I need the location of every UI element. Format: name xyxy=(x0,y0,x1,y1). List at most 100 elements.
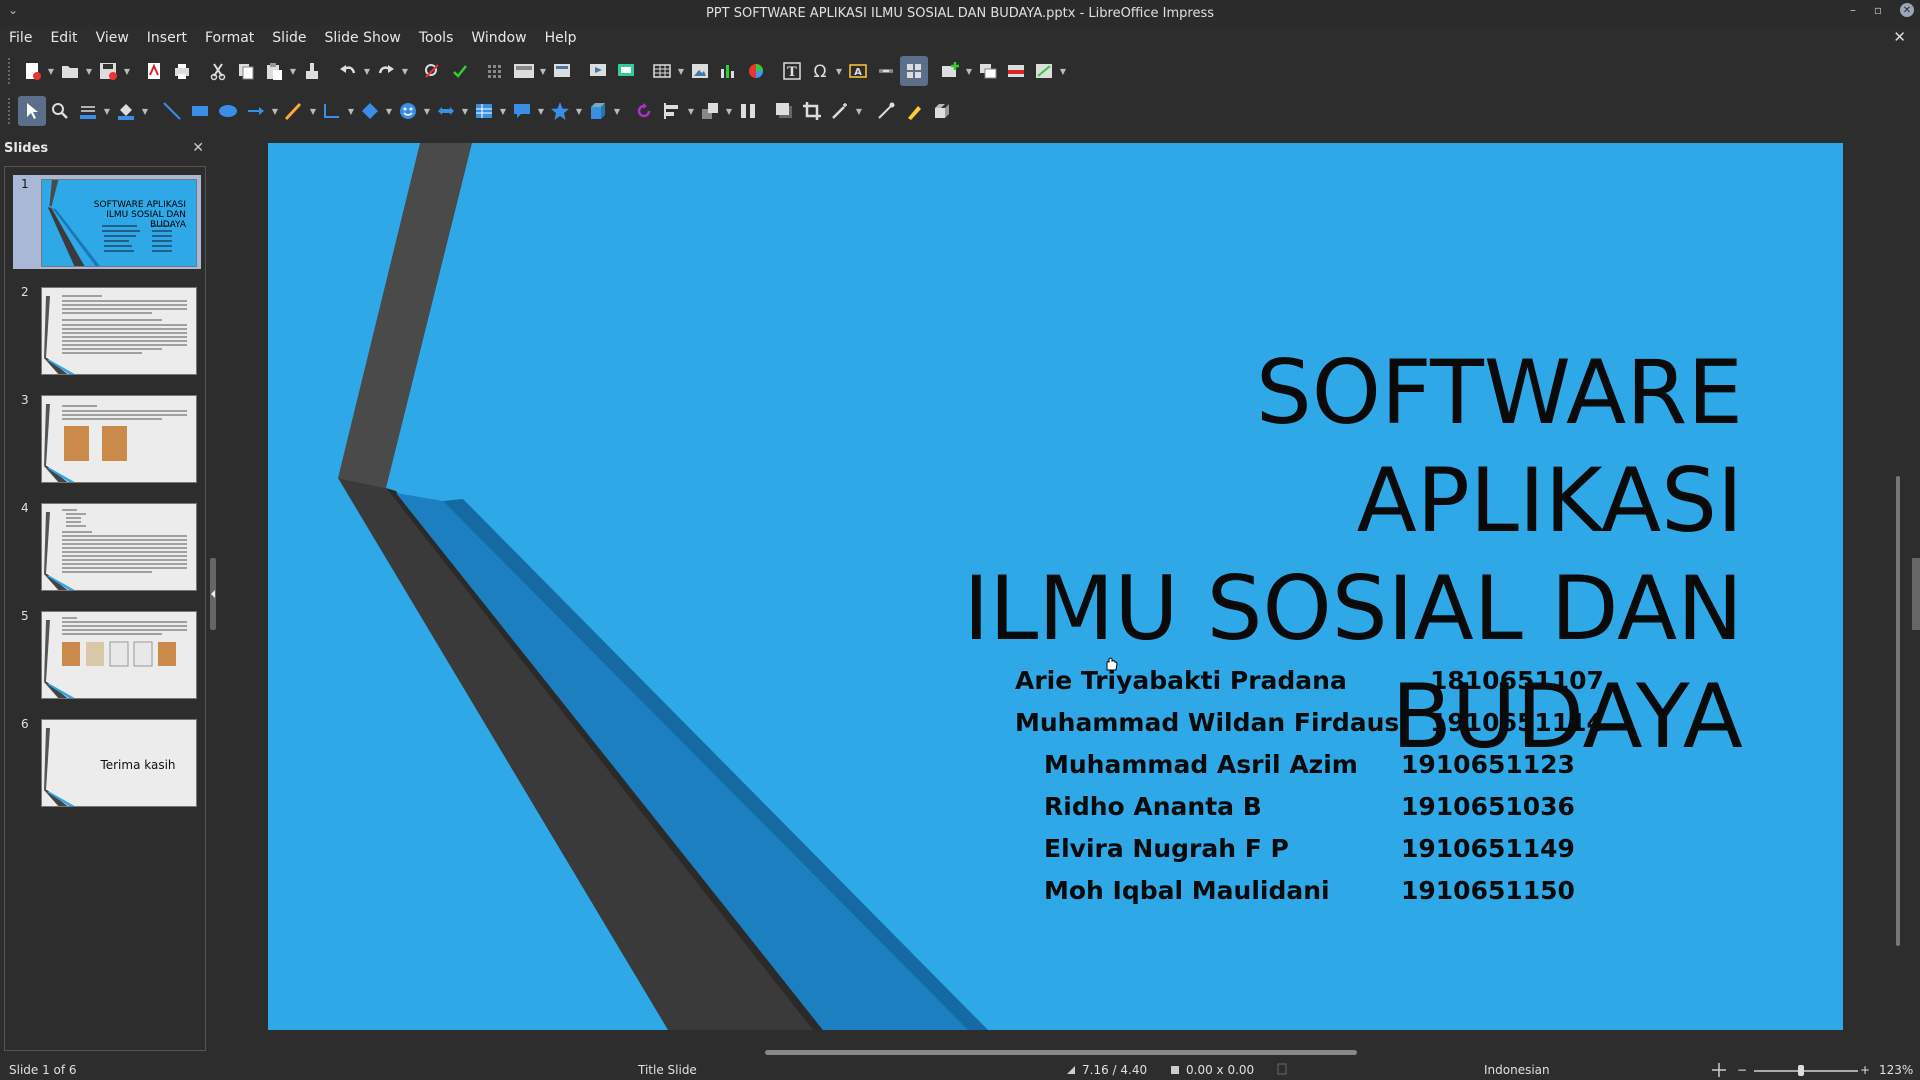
fill-color-dropdown-arrow[interactable]: ▼ xyxy=(140,96,150,126)
glue-points-icon[interactable] xyxy=(900,96,928,126)
filter-effects-icon[interactable] xyxy=(826,96,854,126)
new-slide-dropdown-arrow[interactable]: ▼ xyxy=(964,56,974,86)
slide-thumbnail-2[interactable]: 2 xyxy=(13,283,201,377)
rotate-icon[interactable] xyxy=(630,96,658,126)
language-indicator[interactable]: Indonesian xyxy=(1484,1063,1550,1077)
fit-slide-icon[interactable] xyxy=(1712,1063,1726,1080)
open-dropdown-arrow[interactable]: ▼ xyxy=(84,56,94,86)
callout-shapes-icon[interactable] xyxy=(508,96,536,126)
start-from-current-icon[interactable] xyxy=(612,56,640,86)
special-character-dropdown-arrow[interactable]: ▼ xyxy=(834,56,844,86)
menu-slide-show[interactable]: Slide Show xyxy=(315,30,409,46)
redo-icon[interactable] xyxy=(372,56,400,86)
sidebar-expand-handle[interactable] xyxy=(1912,558,1920,630)
maximize-button[interactable]: ▫ xyxy=(1874,3,1882,17)
zoom-out-button[interactable]: − xyxy=(1737,1063,1747,1077)
new-dropdown-arrow[interactable]: ▼ xyxy=(46,56,56,86)
hyperlink-icon[interactable] xyxy=(872,56,900,86)
basic-shapes-icon[interactable] xyxy=(356,96,384,126)
fontwork-icon[interactable]: A xyxy=(844,56,872,86)
distribute-icon[interactable] xyxy=(734,96,762,126)
crop-icon[interactable] xyxy=(798,96,826,126)
current-slide[interactable]: SOFTWARE APLIKASI ILMU SOSIAL DAN BUDAYA… xyxy=(268,143,1843,1030)
find-replace-icon[interactable] xyxy=(418,56,446,86)
shadow-icon[interactable] xyxy=(770,96,798,126)
menu-slide[interactable]: Slide xyxy=(263,30,315,46)
insert-image-icon[interactable] xyxy=(686,56,714,86)
toolbar-grip[interactable] xyxy=(8,98,12,124)
slide-thumbnail-5[interactable]: 5 xyxy=(13,607,201,701)
lines-arrows-dropdown-arrow[interactable]: ▼ xyxy=(270,96,280,126)
filter-effects-dropdown-arrow[interactable]: ▼ xyxy=(854,96,864,126)
new-slide-icon[interactable] xyxy=(936,56,964,86)
flowchart-icon[interactable] xyxy=(470,96,498,126)
slide-thumbnail-6[interactable]: 6 Terima kasih xyxy=(13,715,201,809)
3d-objects-icon[interactable] xyxy=(584,96,612,126)
menu-view[interactable]: View xyxy=(87,30,138,46)
zoom-in-button[interactable]: + xyxy=(1860,1063,1870,1077)
fill-color-icon[interactable] xyxy=(112,96,140,126)
callout-shapes-dropdown-arrow[interactable]: ▼ xyxy=(536,96,546,126)
horizontal-scrollbar[interactable] xyxy=(765,1050,1357,1055)
spelling-icon[interactable] xyxy=(446,56,474,86)
select-pointer-icon[interactable] xyxy=(18,96,46,126)
menu-file[interactable]: File xyxy=(0,30,41,46)
insert-text-box-icon[interactable]: T xyxy=(778,56,806,86)
align-objects-icon[interactable] xyxy=(658,96,686,126)
insert-chart-icon[interactable] xyxy=(714,56,742,86)
paste-dropdown-arrow[interactable]: ▼ xyxy=(288,56,298,86)
slide-thumbnail-1[interactable]: 1 SOFTWARE APLIKASI ILMU SOSIAL DAN BUDA… xyxy=(13,175,201,269)
window-menu-icon[interactable]: ⌄ xyxy=(8,3,18,17)
symbol-shapes-dropdown-arrow[interactable]: ▼ xyxy=(422,96,432,126)
line-color-dropdown-arrow[interactable]: ▼ xyxy=(102,96,112,126)
toggle-extrusion-icon[interactable] xyxy=(900,56,928,86)
display-grid-icon[interactable] xyxy=(482,56,510,86)
clone-formatting-icon[interactable] xyxy=(298,56,326,86)
points-icon[interactable] xyxy=(872,96,900,126)
slide-thumbnail-3[interactable]: 3 xyxy=(13,391,201,485)
align-objects-dropdown-arrow[interactable]: ▼ xyxy=(686,96,696,126)
insert-table-dropdown-arrow[interactable]: ▼ xyxy=(676,56,686,86)
arrange-icon[interactable] xyxy=(696,96,724,126)
slide-layout-icon[interactable] xyxy=(1030,56,1058,86)
export-pdf-icon[interactable] xyxy=(140,56,168,86)
line-tool-icon[interactable] xyxy=(158,96,186,126)
rectangle-tool-icon[interactable] xyxy=(186,96,214,126)
menu-help[interactable]: Help xyxy=(536,30,586,46)
display-views-dropdown-arrow[interactable]: ▼ xyxy=(538,56,548,86)
insert-media-icon[interactable] xyxy=(742,56,770,86)
slides-pane-collapse-handle[interactable] xyxy=(210,558,216,630)
display-views-icon[interactable] xyxy=(510,56,538,86)
zoom-slider-track[interactable] xyxy=(1754,1070,1858,1072)
block-arrows-icon[interactable] xyxy=(432,96,460,126)
basic-shapes-dropdown-arrow[interactable]: ▼ xyxy=(384,96,394,126)
print-icon[interactable] xyxy=(168,56,196,86)
stars-dropdown-arrow[interactable]: ▼ xyxy=(574,96,584,126)
vertical-scrollbar[interactable] xyxy=(1896,476,1900,946)
curves-dropdown-arrow[interactable]: ▼ xyxy=(308,96,318,126)
delete-slide-icon[interactable] xyxy=(1002,56,1030,86)
arrange-dropdown-arrow[interactable]: ▼ xyxy=(724,96,734,126)
menu-tools[interactable]: Tools xyxy=(410,30,463,46)
zoom-pan-icon[interactable] xyxy=(46,96,74,126)
menu-edit[interactable]: Edit xyxy=(41,30,86,46)
menu-format[interactable]: Format xyxy=(196,30,263,46)
menu-insert[interactable]: Insert xyxy=(138,30,196,46)
open-folder-icon[interactable] xyxy=(56,56,84,86)
document-modified-icon[interactable] xyxy=(1277,1063,1287,1078)
connectors-icon[interactable] xyxy=(318,96,346,126)
connectors-dropdown-arrow[interactable]: ▼ xyxy=(346,96,356,126)
symbol-shapes-icon[interactable] xyxy=(394,96,422,126)
curves-icon[interactable] xyxy=(280,96,308,126)
block-arrows-dropdown-arrow[interactable]: ▼ xyxy=(460,96,470,126)
insert-table-icon[interactable] xyxy=(648,56,676,86)
slide-thumbnail-4[interactable]: 4 xyxy=(13,499,201,593)
toggle-extrusion-3d-icon[interactable] xyxy=(928,96,956,126)
cut-icon[interactable] xyxy=(204,56,232,86)
zoom-level[interactable]: 123% xyxy=(1879,1063,1913,1077)
special-character-icon[interactable]: Ω xyxy=(806,56,834,86)
toolbar-grip[interactable] xyxy=(8,58,12,84)
stars-icon[interactable] xyxy=(546,96,574,126)
close-document-button[interactable]: ✕ xyxy=(1893,28,1906,46)
close-slides-pane-button[interactable]: ✕ xyxy=(192,140,204,156)
